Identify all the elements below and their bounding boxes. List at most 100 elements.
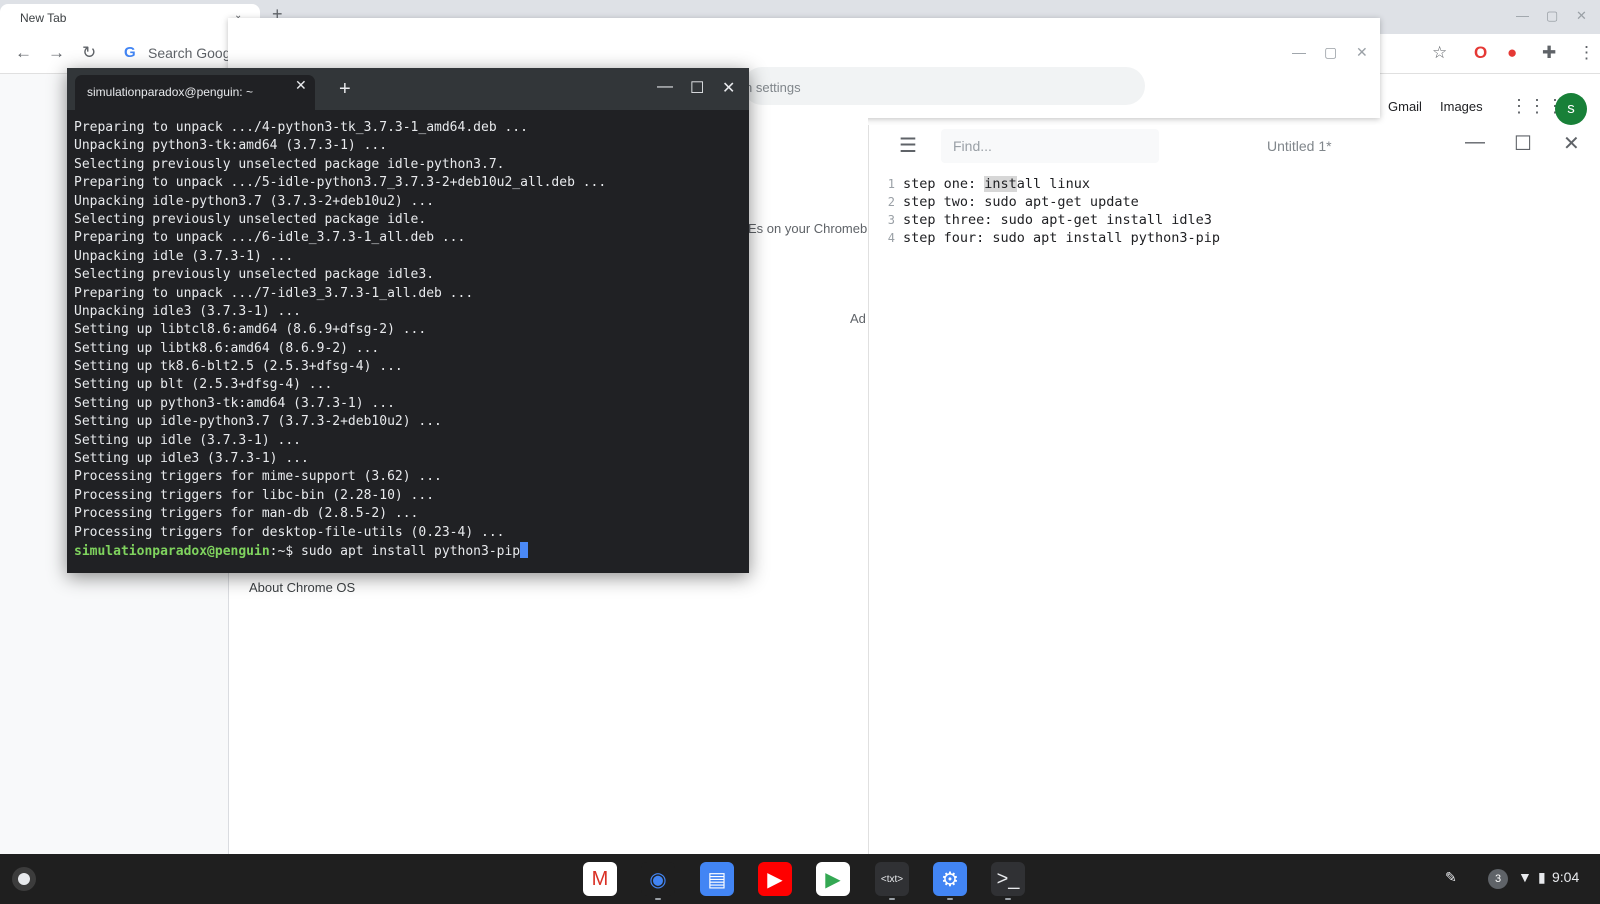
- editor-text-area[interactable]: step one: install linux step two: sudo a…: [903, 175, 1220, 247]
- omnibox-text[interactable]: Search Goog: [148, 45, 231, 61]
- running-indicator: [889, 898, 895, 900]
- stylus-pen-icon[interactable]: ✎: [1445, 869, 1457, 886]
- clock-time[interactable]: 9:04: [1552, 869, 1579, 885]
- running-indicator: [1005, 898, 1011, 900]
- terminal-titlebar: simulationparadox@penguin: ~ ✕ + — ☐ ✕: [67, 68, 749, 110]
- shelf: M ◉ ▤ ▶ ▶ <txt> ⚙ >_ ✎ 3 ▼ ▮ 9:04: [0, 854, 1600, 904]
- desktop: New Tab ⌄ + — ▢ ✕ ← → ↻ G Search Goog ☆ …: [0, 0, 1600, 904]
- play-store-app-icon[interactable]: ▶: [816, 862, 850, 896]
- browser-tab-title: New Tab: [20, 11, 67, 25]
- terminal-line: Processing triggers for desktop-file-uti…: [74, 524, 505, 540]
- settings-app-icon[interactable]: ⚙: [933, 862, 967, 896]
- settings-close-icon[interactable]: ✕: [1356, 44, 1368, 61]
- selected-text: inst: [984, 176, 1017, 192]
- about-chrome-os-link[interactable]: About Chrome OS: [249, 580, 355, 595]
- find-input[interactable]: [941, 129, 1159, 163]
- editor-line[interactable]: step two: sudo apt-get update: [903, 193, 1220, 211]
- images-link[interactable]: Images: [1440, 99, 1483, 114]
- terminal-line: Setting up blt (2.5.3+dfsg-4) ...: [74, 377, 333, 393]
- terminal-line: Setting up idle3 (3.7.3-1) ...: [74, 451, 309, 467]
- terminal-new-tab-plus-icon[interactable]: +: [339, 78, 351, 101]
- terminal-prompt-line[interactable]: simulationparadox@penguin:~$ sudo apt in…: [74, 541, 742, 560]
- terminal-cursor: [520, 541, 529, 558]
- forward-arrow-icon[interactable]: →: [48, 43, 65, 63]
- back-arrow-icon[interactable]: ←: [15, 43, 32, 63]
- settings-search-text[interactable]: n settings: [745, 80, 801, 95]
- line-number: 3: [887, 213, 895, 227]
- editor-close-icon[interactable]: ✕: [1563, 131, 1580, 156]
- terminal-line: Unpacking idle (3.7.3-1) ...: [74, 248, 294, 264]
- terminal-line: Preparing to unpack .../7-idle3_3.7.3-1_…: [74, 285, 474, 301]
- editor-line[interactable]: step four: sudo apt install python3-pip: [903, 229, 1220, 247]
- terminal-maximize-icon[interactable]: ☐: [690, 78, 704, 98]
- editor-header: ☰ Untitled 1* — ☐ ✕: [869, 125, 1600, 167]
- docs-app-icon[interactable]: ▤: [700, 862, 734, 896]
- settings-ad-text: Ad: [850, 311, 866, 326]
- terminal-line: Unpacking idle-python3.7 (3.7.3-2+deb10u…: [74, 193, 435, 209]
- line-number: 4: [887, 231, 895, 245]
- terminal-close-icon[interactable]: ✕: [722, 78, 735, 98]
- terminal-line: Processing triggers for man-db (2.8.5-2)…: [74, 506, 419, 522]
- terminal-line: Processing triggers for mime-support (3.…: [74, 469, 442, 485]
- settings-search-box[interactable]: [743, 67, 1145, 105]
- settings-minimize-icon[interactable]: —: [1292, 44, 1306, 60]
- terminal-tab[interactable]: simulationparadox@penguin: ~: [75, 75, 315, 110]
- terminal-line: Setting up tk8.6-blt2.5 (2.5.3+dfsg-4) .…: [74, 359, 403, 375]
- browser-maximize-icon[interactable]: ▢: [1546, 8, 1558, 24]
- text-app-icon[interactable]: <txt>: [875, 862, 909, 896]
- running-indicator: [655, 898, 661, 900]
- terminal-tab-title: simulationparadox@penguin: ~: [87, 85, 253, 99]
- google-g-icon: G: [124, 44, 136, 61]
- terminal-line: Setting up libtk8.6:amd64 (8.6.9-2) ...: [74, 340, 380, 356]
- terminal-line: Setting up idle-python3.7 (3.7.3-2+deb10…: [74, 414, 442, 430]
- gmail-link[interactable]: Gmail: [1388, 99, 1422, 114]
- terminal-tab-close-icon[interactable]: ✕: [295, 77, 307, 94]
- editor-line[interactable]: step three: sudo apt-get install idle3: [903, 211, 1220, 229]
- terminal-line: Processing triggers for libc-bin (2.28-1…: [74, 487, 435, 503]
- terminal-output[interactable]: Preparing to unpack .../4-python3-tk_3.7…: [74, 119, 742, 560]
- red-extension-icon[interactable]: ●: [1507, 43, 1517, 63]
- browser-menu-icon[interactable]: ⋮: [1578, 43, 1595, 63]
- terminal-line: Selecting previously unselected package …: [74, 211, 427, 227]
- running-indicator: [947, 898, 953, 900]
- line-number-gutter: 1 2 3 4: [869, 175, 899, 854]
- terminal-command: sudo apt install python3-pip: [300, 543, 521, 559]
- terminal-minimize-icon[interactable]: —: [657, 78, 673, 96]
- hamburger-menu-icon[interactable]: ☰: [899, 133, 917, 158]
- terminal-line: Preparing to unpack .../4-python3-tk_3.7…: [74, 120, 528, 135]
- terminal-line: Selecting previously unselected package …: [74, 156, 505, 172]
- terminal-window: simulationparadox@penguin: ~ ✕ + — ☐ ✕ P…: [67, 68, 749, 573]
- youtube-app-icon[interactable]: ▶: [758, 862, 792, 896]
- document-title: Untitled 1*: [1267, 138, 1332, 154]
- editor-maximize-icon[interactable]: ☐: [1514, 131, 1532, 156]
- launcher-button[interactable]: [12, 867, 36, 891]
- line-number: 2: [887, 195, 895, 209]
- wifi-icon[interactable]: ▼: [1518, 869, 1532, 885]
- text-editor-window: ☰ Untitled 1* — ☐ ✕ 1 2 3 4 step one: in…: [868, 125, 1600, 854]
- terminal-line: Selecting previously unselected package …: [74, 267, 435, 283]
- editor-line[interactable]: step one: install linux: [903, 175, 1220, 193]
- extensions-puzzle-icon[interactable]: ✚: [1542, 43, 1556, 63]
- terminal-app-icon[interactable]: >_: [991, 862, 1025, 896]
- browser-tab-new-tab[interactable]: New Tab: [0, 4, 260, 34]
- reload-icon[interactable]: ↻: [82, 43, 96, 63]
- battery-icon[interactable]: ▮: [1538, 869, 1546, 886]
- gmail-app-icon[interactable]: M: [583, 862, 617, 896]
- avatar[interactable]: s: [1555, 93, 1587, 125]
- opera-extension-icon[interactable]: O: [1474, 43, 1487, 63]
- settings-maximize-icon[interactable]: ▢: [1324, 44, 1337, 61]
- browser-close-icon[interactable]: ✕: [1576, 8, 1587, 24]
- browser-minimize-icon[interactable]: —: [1516, 8, 1529, 23]
- terminal-line: Setting up libtcl8.6:amd64 (8.6.9+dfsg-2…: [74, 322, 427, 338]
- editor-minimize-icon[interactable]: —: [1465, 131, 1485, 154]
- terminal-line: Unpacking idle3 (3.7.3-1) ...: [74, 303, 301, 319]
- notification-count-badge[interactable]: 3: [1488, 869, 1508, 889]
- terminal-line: Unpacking python3-tk:amd64 (3.7.3-1) ...: [74, 138, 388, 154]
- bookmark-star-icon[interactable]: ☆: [1432, 43, 1447, 63]
- terminal-line: Preparing to unpack .../5-idle-python3.7…: [74, 175, 607, 191]
- settings-partial-text: Es on your Chromeb: [748, 221, 868, 236]
- terminal-line: Preparing to unpack .../6-idle_3.7.3-1_a…: [74, 230, 466, 246]
- chrome-app-icon[interactable]: ◉: [641, 862, 675, 896]
- terminal-line: Setting up idle (3.7.3-1) ...: [74, 432, 301, 448]
- prompt-user: simulationparadox@penguin: [74, 543, 270, 559]
